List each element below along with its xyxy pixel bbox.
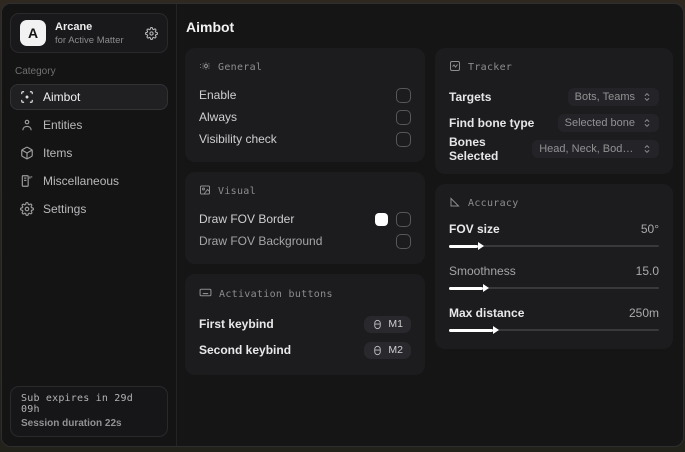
bones-selected-dropdown[interactable]: Head, Neck, Body, Pe.. — [532, 140, 659, 158]
max-distance-setting: Max distance 250m — [449, 304, 659, 335]
general-settings-icon — [199, 60, 211, 75]
setting-label: Bones Selected — [449, 135, 499, 163]
accuracy-card: Accuracy FOV size 50° Smoothness 15.0 Ma… — [435, 184, 673, 349]
max-distance-slider[interactable] — [449, 326, 659, 335]
card-title: Activation buttons — [219, 288, 333, 300]
setting-row-bones-selected: Bones Selected Head, Neck, Body, Pe.. — [449, 135, 659, 163]
always-checkbox[interactable] — [396, 109, 411, 125]
sidebar-item-label: Items — [43, 146, 73, 160]
sidebar-item-items[interactable]: Items — [10, 140, 168, 166]
card-title: General — [218, 62, 263, 73]
sidebar: A Arcane for Active Matter Category Aimb… — [2, 4, 177, 446]
crosshair-scan-icon — [20, 90, 34, 104]
setting-label: Always — [199, 110, 238, 124]
setting-label: Draw FOV Background — [199, 234, 323, 248]
setting-label: Find bone type — [449, 116, 535, 130]
enable-checkbox[interactable] — [396, 87, 411, 103]
list-icon — [20, 174, 34, 188]
setting-label: First keybind — [199, 317, 274, 331]
keybind-value: M2 — [388, 344, 403, 356]
visibility-check-checkbox[interactable] — [396, 131, 411, 147]
sidebar-item-label: Aimbot — [43, 90, 81, 104]
sidebar-item-entities[interactable]: Entities — [10, 112, 168, 138]
app-subtitle: for Active Matter — [55, 34, 124, 46]
fov-border-color-swatch[interactable] — [375, 212, 388, 226]
card-title: Visual — [218, 186, 256, 197]
draw-fov-border-checkbox[interactable] — [396, 211, 411, 227]
setting-row-first-keybind: First keybind M1 — [199, 311, 411, 337]
mouse-icon — [374, 345, 382, 355]
keybind-value: M1 — [388, 318, 403, 330]
slider-value: 15.0 — [635, 264, 659, 278]
sidebar-nav: Aimbot Entities Items Miscellaneous Sett… — [2, 84, 176, 222]
setting-row-always: Always — [199, 106, 411, 128]
card-title: Accuracy — [468, 198, 519, 209]
find-bone-type-dropdown[interactable]: Selected bone — [557, 114, 659, 132]
app-title-block: Arcane for Active Matter — [55, 21, 124, 46]
app-window: A Arcane for Active Matter Category Aimb… — [1, 3, 684, 447]
sidebar-item-settings[interactable]: Settings — [10, 196, 168, 222]
smoothness-slider[interactable] — [449, 284, 659, 293]
sidebar-item-miscellaneous[interactable]: Miscellaneous — [10, 168, 168, 194]
dropdown-value: Selected bone — [564, 117, 635, 129]
angle-icon — [449, 196, 461, 211]
setting-label: Draw FOV Border — [199, 212, 295, 226]
app-header-card: A Arcane for Active Matter — [10, 13, 168, 53]
setting-row-visibility-check: Visibility check — [199, 128, 411, 150]
setting-row-enable: Enable — [199, 84, 411, 106]
activation-buttons-card: Activation buttons First keybind M1 Seco… — [185, 274, 425, 375]
sidebar-item-aimbot[interactable]: Aimbot — [10, 84, 168, 110]
dropdown-value: Head, Neck, Body, Pe.. — [539, 143, 635, 155]
tracker-icon — [449, 60, 461, 75]
first-keybind-button[interactable]: M1 — [364, 315, 411, 333]
main-content: Aimbot General Enable Always Visibility … — [177, 4, 683, 446]
setting-label: Targets — [449, 90, 492, 104]
unfold-icon — [644, 92, 650, 102]
general-card: General Enable Always Visibility check — [185, 48, 425, 162]
unfold-icon — [644, 144, 650, 154]
mouse-icon — [374, 319, 382, 329]
keyboard-icon — [199, 286, 212, 302]
sidebar-item-label: Settings — [43, 202, 87, 216]
second-keybind-button[interactable]: M2 — [364, 341, 411, 359]
fov-size-setting: FOV size 50° — [449, 220, 659, 251]
targets-dropdown[interactable]: Bots, Teams — [567, 88, 659, 106]
category-label: Category — [15, 66, 56, 77]
slider-value: 250m — [628, 306, 659, 320]
setting-label: Smoothness — [449, 264, 516, 278]
page-title: Aimbot — [186, 19, 235, 35]
visual-card: Visual Draw FOV Border Draw FOV Backgrou… — [185, 172, 425, 264]
gear-icon — [20, 202, 34, 216]
entities-icon — [20, 118, 34, 132]
sub-expires-text: Sub expires in 29d 09h — [21, 393, 133, 415]
visual-eye-icon — [199, 184, 211, 199]
fov-size-slider[interactable] — [449, 242, 659, 251]
card-title: Tracker — [468, 62, 513, 73]
sidebar-item-label: Entities — [43, 118, 83, 132]
setting-row-find-bone-type: Find bone type Selected bone — [449, 110, 659, 136]
setting-label: Visibility check — [199, 132, 277, 146]
unfold-icon — [644, 118, 650, 128]
setting-label: FOV size — [449, 222, 500, 236]
setting-row-targets: Targets Bots, Teams — [449, 84, 659, 110]
settings-gear-icon[interactable] — [145, 26, 158, 40]
sidebar-item-label: Miscellaneous — [43, 174, 120, 188]
setting-label: Enable — [199, 88, 237, 102]
app-name: Arcane — [55, 20, 93, 33]
setting-label: Max distance — [449, 306, 525, 320]
setting-row-draw-fov-border: Draw FOV Border — [199, 208, 411, 230]
draw-fov-background-checkbox[interactable] — [396, 233, 411, 249]
setting-label: Second keybind — [199, 343, 292, 357]
slider-value: 50° — [640, 222, 659, 236]
dropdown-value: Bots, Teams — [574, 91, 635, 103]
app-logo: A — [20, 20, 46, 46]
smoothness-setting: Smoothness 15.0 — [449, 262, 659, 293]
cube-icon — [20, 146, 34, 160]
subscription-info-card: Sub expires in 29d 09h Session duration … — [10, 386, 168, 437]
setting-row-second-keybind: Second keybind M2 — [199, 337, 411, 363]
session-duration-text: Session duration 22s — [21, 418, 122, 429]
tracker-card: Tracker Targets Bots, Teams Find bone ty… — [435, 48, 673, 174]
setting-row-draw-fov-background: Draw FOV Background — [199, 230, 411, 252]
